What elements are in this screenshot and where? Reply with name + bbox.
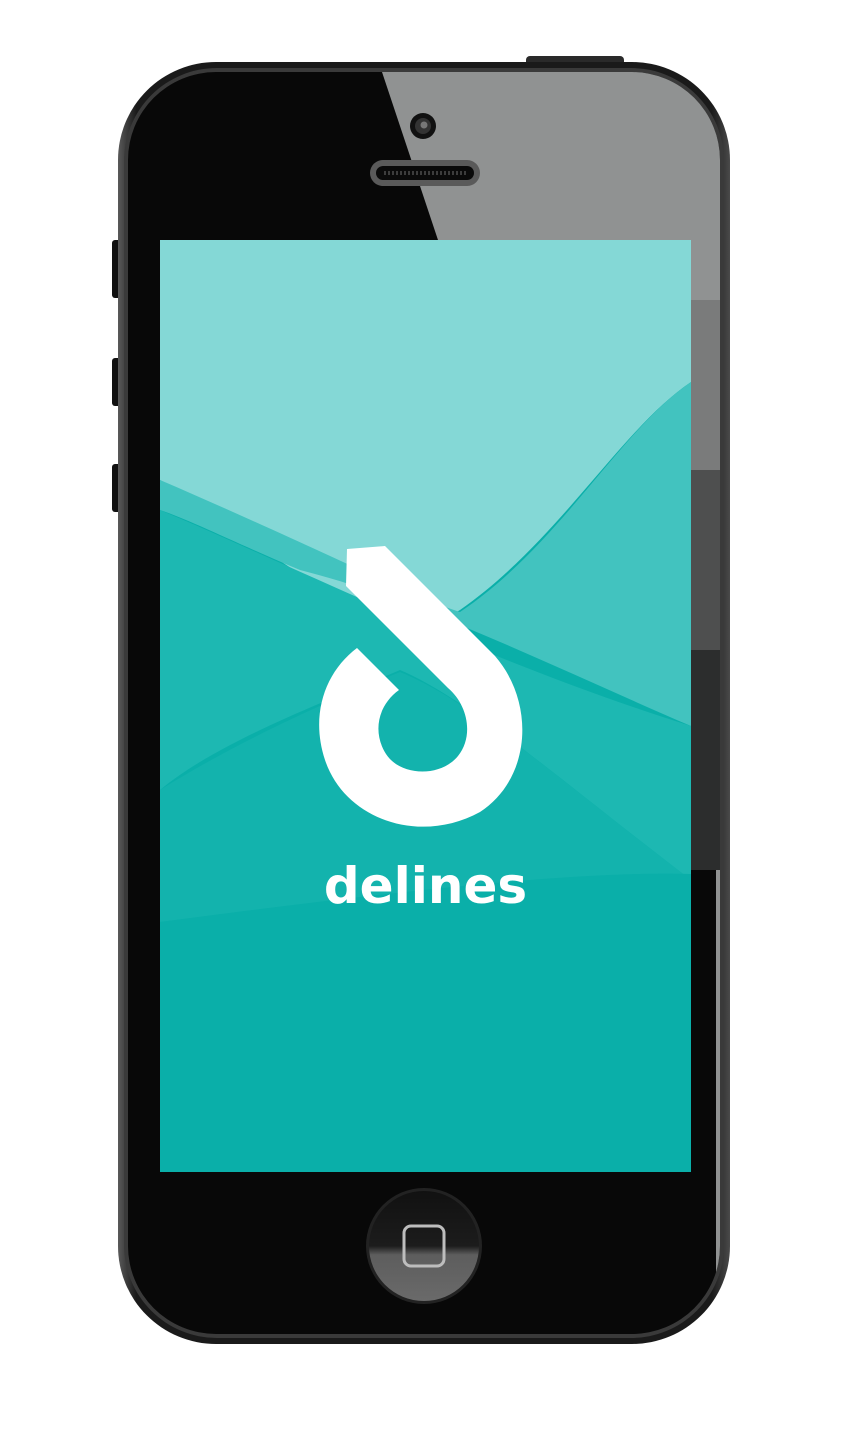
home-button[interactable] (366, 1188, 482, 1304)
splash-screen (160, 240, 691, 1172)
phone-device (112, 56, 730, 1344)
canvas: delines (0, 0, 846, 1452)
earpiece-speaker-icon (370, 160, 480, 186)
front-camera-icon (410, 113, 436, 139)
app-name: delines (323, 857, 528, 915)
